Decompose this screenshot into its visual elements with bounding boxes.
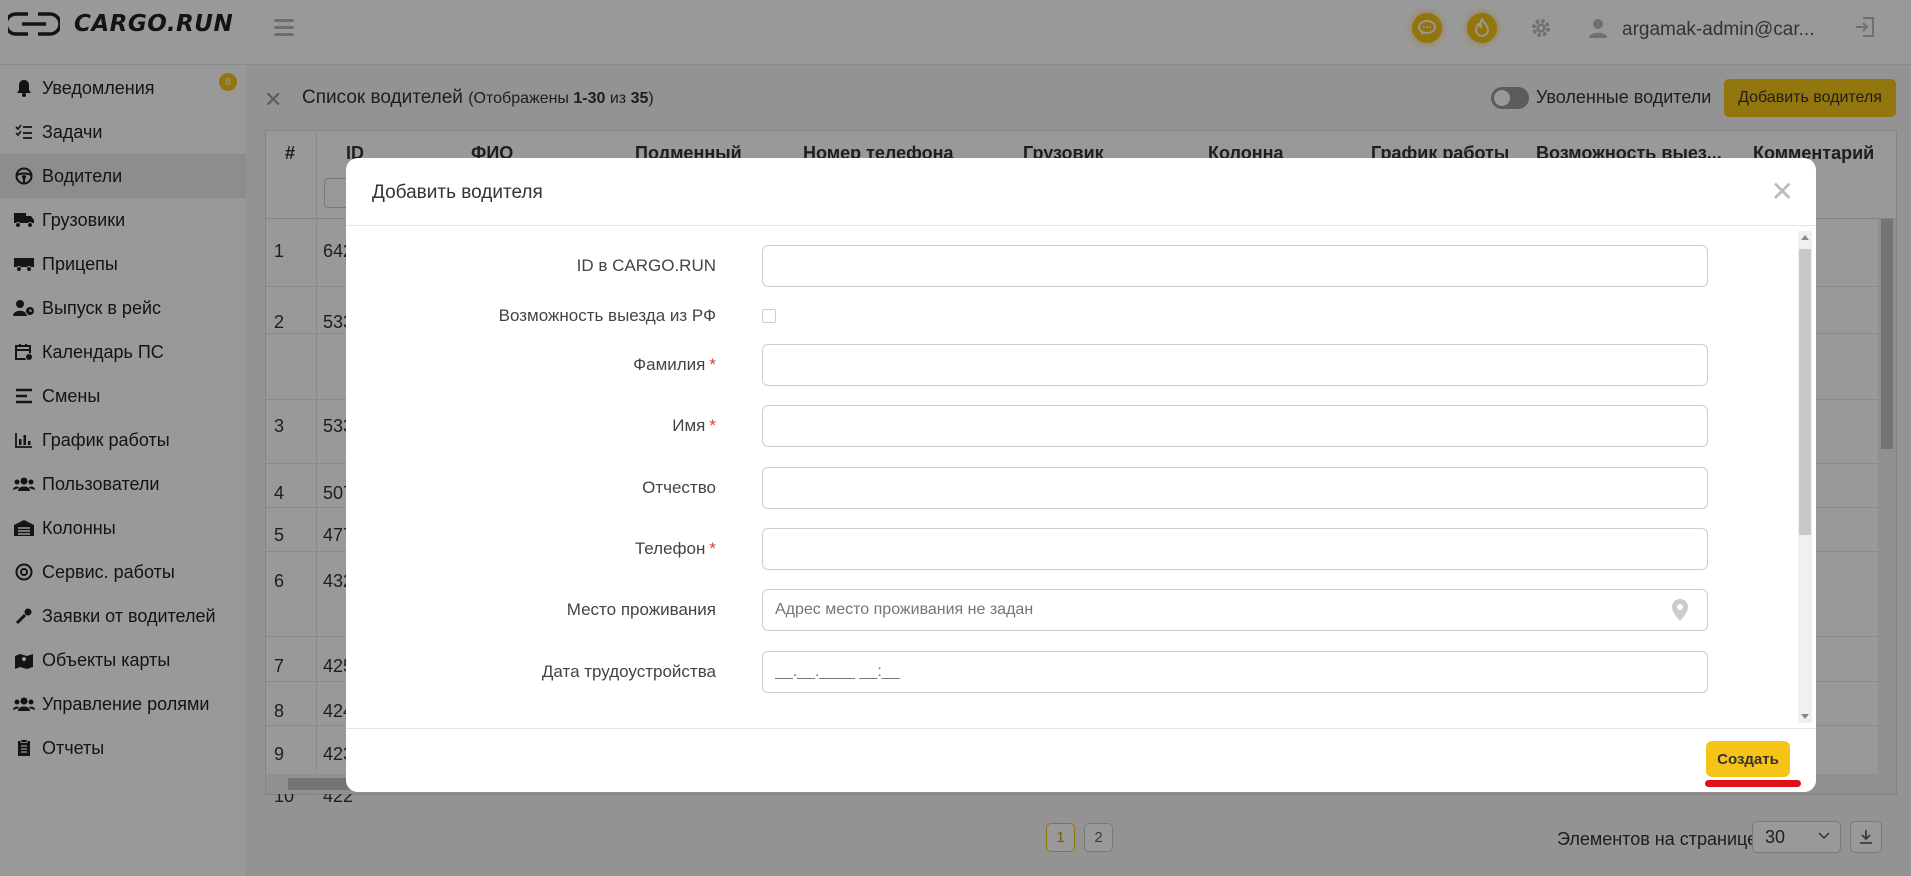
field-label-text: Место проживания — [566, 600, 716, 619]
scroll-up-icon[interactable] — [1801, 235, 1809, 240]
field-label: ID в CARGO.RUN — [577, 256, 716, 276]
required-mark: * — [709, 355, 716, 374]
create-button[interactable]: Создать — [1706, 741, 1790, 777]
scroll-thumb[interactable] — [1799, 249, 1811, 535]
field-label: Дата трудоустройства — [542, 662, 716, 682]
cargo-id-input[interactable] — [762, 245, 1708, 287]
map-pin-icon[interactable] — [1671, 598, 1689, 622]
add-driver-modal: Добавить водителя ✕ ID в CARGO.RUN Возмо… — [346, 158, 1816, 792]
field-label-text: Фамилия — [633, 355, 706, 374]
required-mark: * — [709, 539, 716, 558]
field-label-text: Телефон — [634, 539, 706, 558]
form-row-patronymic: Отчество — [346, 467, 1796, 509]
modal-scrollbar[interactable] — [1798, 231, 1812, 723]
close-icon[interactable]: ✕ — [1771, 178, 1794, 206]
form-row-last-name: Фамилия * — [346, 344, 1796, 386]
form-row-first-name: Имя * — [346, 405, 1796, 447]
scroll-down-icon[interactable] — [1801, 714, 1809, 719]
modal-header: Добавить водителя ✕ — [346, 158, 1816, 226]
field-label-text: ID в CARGO.RUN — [576, 256, 716, 275]
form-row-phone: Телефон * — [346, 528, 1796, 570]
field-label: Имя * — [672, 416, 716, 436]
field-label: Место проживания — [567, 600, 716, 620]
field-label: Отчество — [642, 478, 716, 498]
hire-date-input[interactable] — [762, 651, 1708, 693]
field-label-text: Имя — [672, 416, 706, 435]
field-label-text: Отчество — [642, 478, 716, 497]
form-row-hire-date: Дата трудоустройства — [346, 651, 1796, 693]
residence-input[interactable] — [762, 589, 1708, 631]
form-row-residence: Место проживания — [346, 589, 1796, 631]
field-label: Возможность выезда из РФ — [499, 306, 716, 326]
phone-input[interactable] — [762, 528, 1708, 570]
required-mark: * — [709, 416, 716, 435]
field-label-text: Возможность выезда из РФ — [498, 306, 716, 325]
modal-title: Добавить водителя — [372, 182, 543, 203]
first-name-input[interactable] — [762, 405, 1708, 447]
modal-body: ID в CARGO.RUN Возможность выезда из РФ … — [346, 227, 1816, 727]
field-label-text: Дата трудоустройства — [541, 662, 716, 681]
patronymic-input[interactable] — [762, 467, 1708, 509]
last-name-input[interactable] — [762, 344, 1708, 386]
highlight-underline — [1705, 780, 1801, 787]
field-label: Фамилия * — [633, 355, 716, 375]
form-row-abroad: Возможность выезда из РФ — [346, 295, 1796, 337]
form-row-cargo-id: ID в CARGO.RUN — [346, 245, 1796, 287]
modal-footer: Создать — [346, 728, 1816, 792]
field-label: Телефон * — [635, 539, 716, 559]
abroad-checkbox[interactable] — [762, 309, 776, 323]
